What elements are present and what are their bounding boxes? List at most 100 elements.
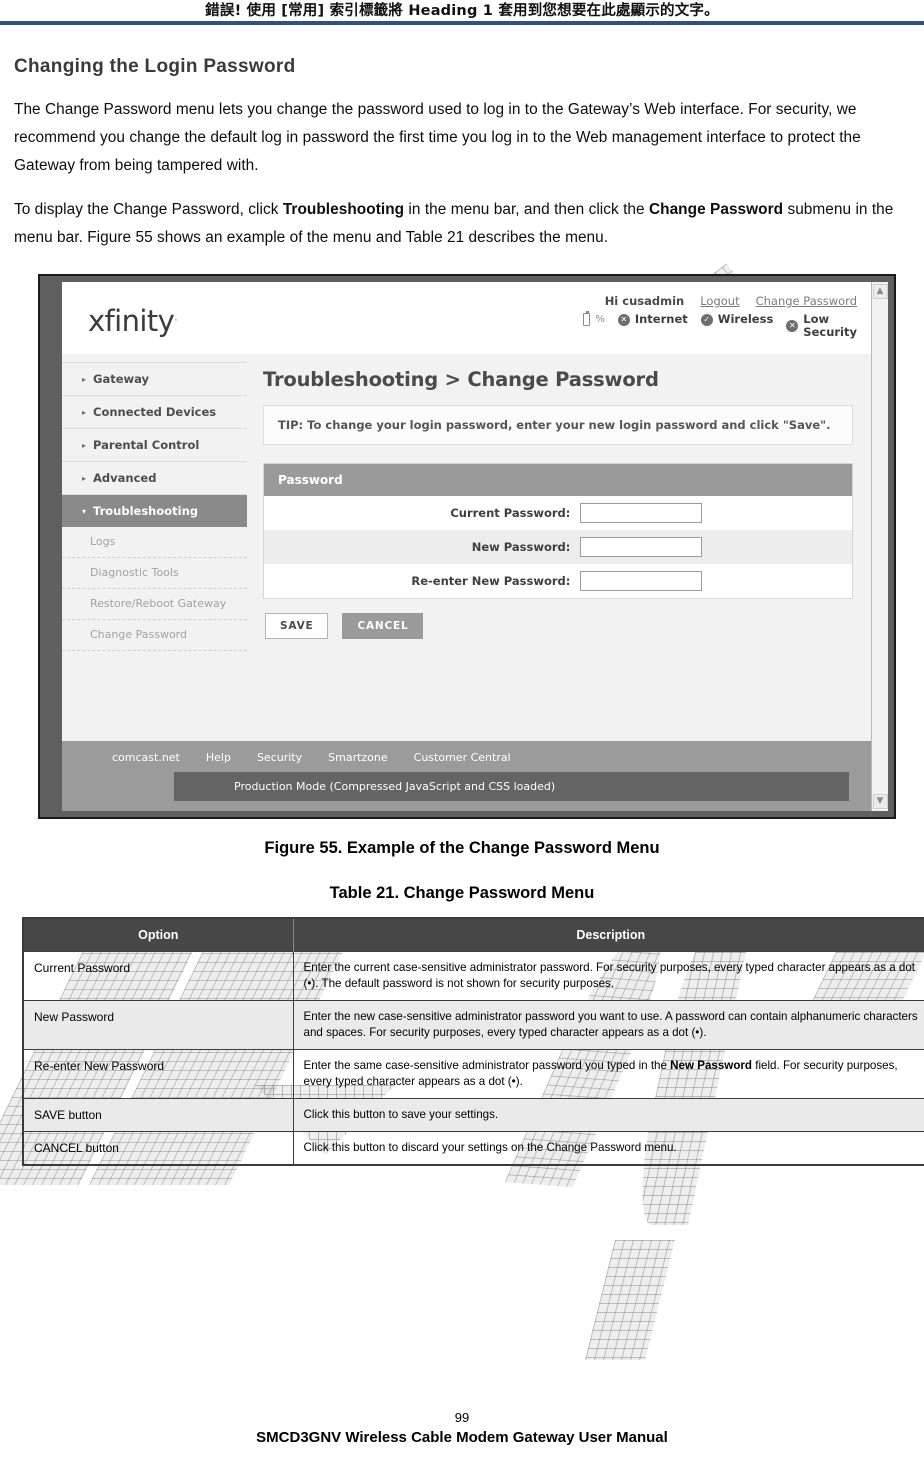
sidebar-subitem-change-password[interactable]: Change Password [62, 620, 247, 651]
internet-status-label: Internet [634, 312, 688, 326]
footer-link-security[interactable]: Security [257, 751, 302, 764]
row-option-current-password: Current Password [22, 951, 294, 1001]
breadcrumb: Troubleshooting > Change Password [263, 368, 659, 391]
figure-55: xfinity. Hi cusadmin Logout Change Passw… [38, 274, 910, 819]
ui-sidebar: ▸ Gateway ▸ Connected Devices ▸ Parental… [62, 354, 247, 741]
xfinity-logo-tm: . [174, 310, 178, 324]
ui-top-bar: xfinity. Hi cusadmin Logout Change Passw… [62, 282, 871, 354]
table-header-row: Option Description [23, 918, 924, 952]
header-rule [0, 21, 924, 25]
sidebar-subitem-logs[interactable]: Logs [62, 527, 247, 558]
sidebar-item-connected-devices[interactable]: ▸ Connected Devices [62, 396, 247, 429]
page-number: 99 [454, 1410, 470, 1425]
table-row: Re-enter New Password Enter the same cas… [22, 1049, 924, 1099]
scroll-down-icon[interactable]: ▼ [872, 794, 888, 809]
production-mode-banner: Production Mode (Compressed JavaScript a… [174, 772, 849, 801]
instruction-part-2: in the menu bar, and then click the [404, 201, 649, 218]
desc-bold-new-password: New Password [670, 1059, 753, 1072]
row-description-current-password: Enter the current case-sensitive adminis… [292, 951, 924, 1001]
footer-spacer [62, 801, 871, 811]
scrollbar-track[interactable] [873, 299, 888, 794]
security-label-line1: Low [803, 312, 830, 326]
page-footer: 99 SMCD3GNV Wireless Cable Modem Gateway… [0, 1410, 924, 1446]
sidebar-subitem-diagnostic-tools[interactable]: Diagnostic Tools [62, 558, 247, 589]
footer-link-customer-central[interactable]: Customer Central [414, 751, 511, 764]
footer-link-smartzone[interactable]: Smartzone [328, 751, 388, 764]
footer-link-help[interactable]: Help [206, 751, 231, 764]
footer-link-row: comcast.net Help Security Smartzone Cust… [62, 751, 871, 764]
row-description-new-password: Enter the new case-sensitive administrat… [292, 1000, 924, 1050]
reenter-password-input[interactable] [580, 571, 703, 591]
figure-caption: Figure 55. Example of the Change Passwor… [264, 839, 660, 857]
wireless-status-icon: ✓ [700, 313, 713, 326]
table-title: Table 21. Change Password Menu [329, 884, 595, 902]
intro-paragraph: The Change Password menu lets you change… [14, 101, 861, 174]
battery-icon [583, 311, 591, 326]
row-option-reenter-new-password: Re-enter New Password [22, 1049, 294, 1099]
change-password-link[interactable]: Change Password [756, 294, 857, 308]
sidebar-item-gateway[interactable]: ▸ Gateway [62, 362, 247, 396]
xfinity-logo-text: xfinity [88, 304, 175, 338]
wireless-status-label: Wireless [717, 312, 774, 326]
ui-main-region: ▸ Gateway ▸ Connected Devices ▸ Parental… [62, 354, 871, 741]
instruction-part-1: To display the Change Password, click [14, 201, 283, 218]
save-button[interactable]: SAVE [265, 613, 329, 639]
chevron-right-icon: ▸ [82, 473, 87, 483]
battery-status: % [583, 311, 605, 326]
ui-footer: comcast.net Help Security Smartzone Cust… [62, 741, 871, 811]
ui-top-right: Hi cusadmin Logout Change Password % ✕ I… [583, 292, 857, 339]
security-status-icon: ✕ [786, 320, 799, 332]
security-status-label: Low Security [803, 313, 857, 339]
ui-content-panel: Troubleshooting > Change Password TIP: T… [247, 354, 871, 741]
vertical-scrollbar[interactable]: ▲ ▼ [871, 282, 888, 811]
new-password-input[interactable] [580, 537, 703, 557]
internet-status-icon: ✕ [617, 313, 630, 326]
security-status[interactable]: ✕ Low Security [786, 313, 857, 339]
status-row: % ✕ Internet ✓ Wireless ✕ Low Security [583, 311, 857, 339]
running-header-text: 錯誤! 使用 [常用] 索引標籤將 Heading 1 套用到您想要在此處顯示的… [205, 3, 719, 19]
manual-title: SMCD3GNV Wireless Cable Modem Gateway Us… [256, 1429, 668, 1446]
current-password-input[interactable] [580, 503, 703, 523]
sidebar-item-troubleshooting[interactable]: ▾ Troubleshooting [62, 495, 247, 527]
chevron-right-icon: ▸ [82, 374, 87, 384]
current-password-label: Current Password: [450, 506, 571, 520]
cancel-button[interactable]: CANCEL [342, 613, 424, 639]
battery-percent-label: % [595, 314, 605, 325]
chevron-down-icon: ▾ [82, 506, 87, 516]
reenter-password-label: Re-enter New Password: [411, 574, 571, 588]
xfinity-logo: xfinity. [88, 304, 178, 338]
sidebar-item-label: Gateway [93, 372, 150, 386]
running-header: 錯誤! 使用 [常用] 索引標籤將 Heading 1 套用到您想要在此處顯示的… [0, 0, 924, 30]
internet-status[interactable]: ✕ Internet [617, 312, 688, 326]
sidebar-item-label: Connected Devices [93, 405, 217, 419]
instruction-bold-change-password: Change Password [648, 201, 784, 218]
sidebar-item-label: Advanced [93, 471, 157, 485]
security-label-line2: Security [803, 325, 857, 339]
logout-link[interactable]: Logout [700, 294, 739, 308]
chevron-right-icon: ▸ [82, 407, 87, 417]
new-password-label: New Password: [471, 540, 571, 554]
change-password-menu-table: Option Description Current Password Ente… [22, 917, 924, 1166]
row-option-cancel-button: CANCEL button [22, 1131, 294, 1166]
row-description-save-button: Click this button to save your settings. [292, 1098, 924, 1132]
footer-link-comcast[interactable]: comcast.net [112, 751, 180, 764]
new-password-row: New Password: [264, 530, 852, 564]
table-row: Current Password Enter the current case-… [22, 951, 924, 1001]
sidebar-item-label: Troubleshooting [93, 504, 199, 518]
sidebar-item-parental-control[interactable]: ▸ Parental Control [62, 429, 247, 462]
sidebar-item-advanced[interactable]: ▸ Advanced [62, 462, 247, 495]
password-panel: Password Current Password: New Password: [263, 463, 853, 599]
column-header-option: Option [23, 918, 294, 952]
instruction-bold-troubleshooting: Troubleshooting [282, 201, 405, 218]
form-button-row: SAVE CANCEL [265, 613, 853, 639]
instruction-paragraph: To display the Change Password, click Tr… [14, 196, 910, 252]
wireless-status[interactable]: ✓ Wireless [700, 312, 774, 326]
account-row: Hi cusadmin Logout Change Password [583, 294, 857, 308]
sidebar-subitem-restore-reboot-gateway[interactable]: Restore/Reboot Gateway [62, 589, 247, 620]
scroll-up-icon[interactable]: ▲ [872, 284, 888, 299]
sidebar-item-label: Parental Control [93, 438, 200, 452]
gateway-web-ui-screenshot: xfinity. Hi cusadmin Logout Change Passw… [38, 274, 896, 819]
browser-viewport: xfinity. Hi cusadmin Logout Change Passw… [62, 282, 871, 811]
row-option-new-password: New Password [22, 1000, 294, 1050]
row-description-cancel-button: Click this button to discard your settin… [292, 1131, 924, 1166]
